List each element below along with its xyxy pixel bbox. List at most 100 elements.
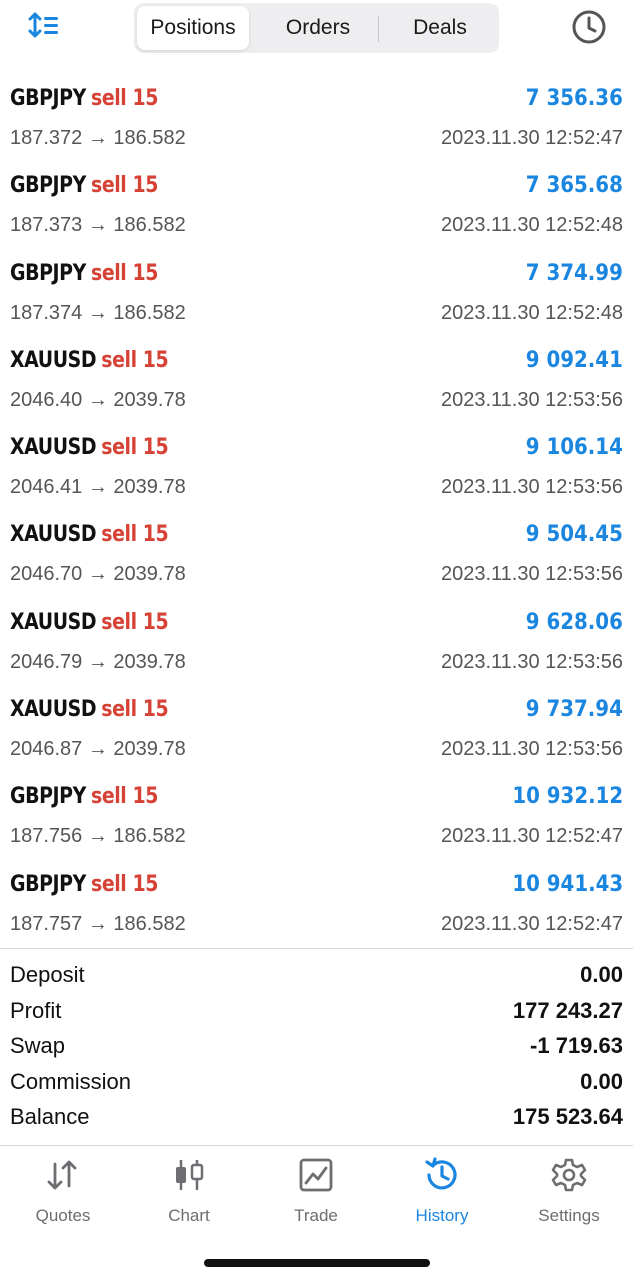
summary-value: 175 523.64 bbox=[512, 1104, 623, 1129]
deal-time: 2023.11.30 12:53:56 bbox=[440, 388, 623, 411]
deal-prices: 2046.87 → 2039.78 bbox=[10, 738, 186, 761]
summary-divider bbox=[0, 948, 633, 949]
chart-icon bbox=[170, 1156, 208, 1194]
deal-title: GBPJPY sell 15 bbox=[10, 261, 158, 286]
tab-history[interactable]: History bbox=[379, 1156, 505, 1236]
summary-label: Balance bbox=[10, 1104, 90, 1129]
deal-prices: 2046.41 → 2039.78 bbox=[10, 476, 186, 499]
deal-side: sell 15 bbox=[101, 522, 169, 548]
deal-symbol: GBPJPY bbox=[10, 173, 86, 199]
history-icon bbox=[423, 1156, 461, 1194]
tab-label: Quotes bbox=[35, 1206, 91, 1225]
deal-side: sell 15 bbox=[101, 347, 169, 373]
list-item[interactable]: XAUUSD sell 15 9 737.94 2046.87 → 2039.78… bbox=[0, 689, 633, 776]
deal-time: 2023.11.30 12:52:48 bbox=[440, 214, 623, 237]
top-bar: Positions Orders Deals bbox=[0, 0, 633, 60]
summary-value: 0.00 bbox=[580, 1068, 623, 1094]
tab-label: Settings bbox=[538, 1206, 600, 1225]
deal-prices: 187.373 → 186.582 bbox=[10, 214, 186, 237]
deal-title: XAUUSD sell 15 bbox=[10, 435, 169, 461]
deal-symbol: XAUUSD bbox=[10, 347, 97, 373]
deal-title: XAUUSD sell 15 bbox=[10, 609, 169, 635]
list-item[interactable]: GBPJPY sell 15 10 932.12 187.756 → 186.58… bbox=[0, 776, 633, 863]
deal-time: 2023.11.30 12:53:56 bbox=[440, 563, 623, 586]
deal-prices: 2046.79 → 2039.78 bbox=[10, 650, 186, 673]
summary-label: Profit bbox=[10, 997, 62, 1023]
deal-time: 2023.11.30 12:53:56 bbox=[440, 650, 623, 673]
deal-profit: 7 365.68 bbox=[525, 173, 623, 199]
deal-time: 2023.11.30 12:52:48 bbox=[440, 301, 623, 324]
clock-icon bbox=[572, 10, 606, 44]
tab-label: History bbox=[415, 1206, 469, 1225]
summary-row-balance: Balance 175 523.64 bbox=[0, 1101, 633, 1137]
deal-title: XAUUSD sell 15 bbox=[10, 347, 169, 373]
list-item[interactable]: XAUUSD sell 15 9 106.14 2046.41 → 2039.78… bbox=[0, 427, 633, 514]
tab-chart[interactable]: Chart bbox=[126, 1156, 252, 1236]
deal-profit: 9 504.45 bbox=[525, 522, 623, 548]
deal-time: 2023.11.30 12:53:56 bbox=[440, 476, 623, 499]
trade-icon bbox=[297, 1156, 335, 1194]
list-item[interactable]: XAUUSD sell 15 9 092.41 2046.40 → 2039.78… bbox=[0, 340, 633, 427]
home-indicator[interactable] bbox=[204, 1259, 430, 1267]
deal-symbol: GBPJPY bbox=[10, 86, 86, 111]
deal-time: 2023.11.30 12:52:47 bbox=[440, 912, 623, 935]
tab-deals[interactable]: Deals bbox=[384, 6, 496, 50]
deal-profit: 10 932.12 bbox=[512, 784, 623, 810]
summary-label: Deposit bbox=[10, 962, 85, 987]
deal-symbol: GBPJPY bbox=[10, 784, 86, 810]
deal-title: GBPJPY sell 15 bbox=[10, 173, 158, 198]
deal-time: 2023.11.30 12:52:47 bbox=[440, 127, 623, 149]
deal-title: GBPJPY sell 15 bbox=[10, 784, 158, 809]
period-button[interactable] bbox=[570, 8, 608, 46]
deal-title: GBPJPY sell 15 bbox=[10, 872, 158, 897]
deal-side: sell 15 bbox=[101, 697, 169, 723]
deal-title: XAUUSD sell 15 bbox=[10, 697, 169, 723]
tab-orders[interactable]: Orders bbox=[262, 6, 374, 50]
sort-icon bbox=[28, 12, 58, 38]
list-item[interactable]: GBPJPY sell 15 7 365.68 187.373 → 186.582… bbox=[0, 165, 633, 252]
summary-value: 0.00 bbox=[580, 962, 623, 987]
deal-profit: 9 106.14 bbox=[525, 435, 623, 461]
list-item[interactable]: GBPJPY sell 15 10 941.43 187.757 → 186.58… bbox=[0, 864, 633, 951]
deal-side: sell 15 bbox=[101, 609, 169, 635]
list-item[interactable]: GBPJPY sell 15 7 374.99 187.374 → 186.582… bbox=[0, 253, 633, 340]
list-item[interactable]: XAUUSD sell 15 9 504.45 2046.70 → 2039.78… bbox=[0, 514, 633, 601]
deal-symbol: GBPJPY bbox=[10, 260, 86, 286]
list-item[interactable]: GBPJPY sell 15 7 356.36 187.372 → 186.582… bbox=[0, 78, 633, 165]
summary-value: 177 243.27 bbox=[512, 997, 623, 1023]
list-item[interactable]: XAUUSD sell 15 9 628.06 2046.79 → 2039.78… bbox=[0, 602, 633, 689]
deal-profit: 10 941.43 bbox=[512, 871, 623, 897]
deal-profit: 7 356.36 bbox=[525, 86, 623, 111]
summary-row-commission: Commission 0.00 bbox=[0, 1066, 633, 1102]
deal-profit: 9 628.06 bbox=[525, 609, 623, 635]
deal-profit: 7 374.99 bbox=[525, 260, 623, 286]
positions-orders-deals-switcher: Positions Orders Deals bbox=[134, 3, 499, 53]
deal-symbol: XAUUSD bbox=[10, 435, 97, 461]
sort-button[interactable] bbox=[26, 10, 62, 42]
deal-symbol: XAUUSD bbox=[10, 697, 97, 723]
tab-trade[interactable]: Trade bbox=[253, 1156, 379, 1236]
deal-prices: 187.372 → 186.582 bbox=[10, 127, 186, 149]
deal-profit: 9 737.94 bbox=[525, 697, 623, 723]
deal-prices: 187.374 → 186.582 bbox=[10, 301, 186, 324]
summary-row-swap: Swap -1 719.63 bbox=[0, 1030, 633, 1066]
deal-prices: 187.757 → 186.582 bbox=[10, 912, 186, 935]
deal-symbol: XAUUSD bbox=[10, 609, 97, 635]
summary-label: Commission bbox=[10, 1068, 132, 1094]
deal-title: XAUUSD sell 15 bbox=[10, 522, 169, 548]
deal-side: sell 15 bbox=[91, 784, 158, 810]
tab-label: Chart bbox=[168, 1206, 210, 1225]
deal-time: 2023.11.30 12:53:56 bbox=[440, 738, 623, 761]
deal-profit: 9 092.41 bbox=[525, 347, 623, 373]
tab-settings[interactable]: Settings bbox=[506, 1156, 632, 1236]
deal-prices: 187.756 → 186.582 bbox=[10, 825, 186, 848]
segment-divider bbox=[378, 16, 379, 42]
quotes-icon bbox=[44, 1156, 82, 1194]
deal-time: 2023.11.30 12:52:47 bbox=[440, 825, 623, 848]
tab-quotes[interactable]: Quotes bbox=[0, 1156, 126, 1236]
deal-side: sell 15 bbox=[91, 260, 158, 286]
summary-label: Swap bbox=[10, 1033, 66, 1058]
tab-label: Trade bbox=[294, 1206, 338, 1225]
bottom-tab-bar: Quotes Chart Trade History Settings bbox=[0, 1146, 633, 1246]
tab-positions[interactable]: Positions bbox=[137, 6, 249, 50]
